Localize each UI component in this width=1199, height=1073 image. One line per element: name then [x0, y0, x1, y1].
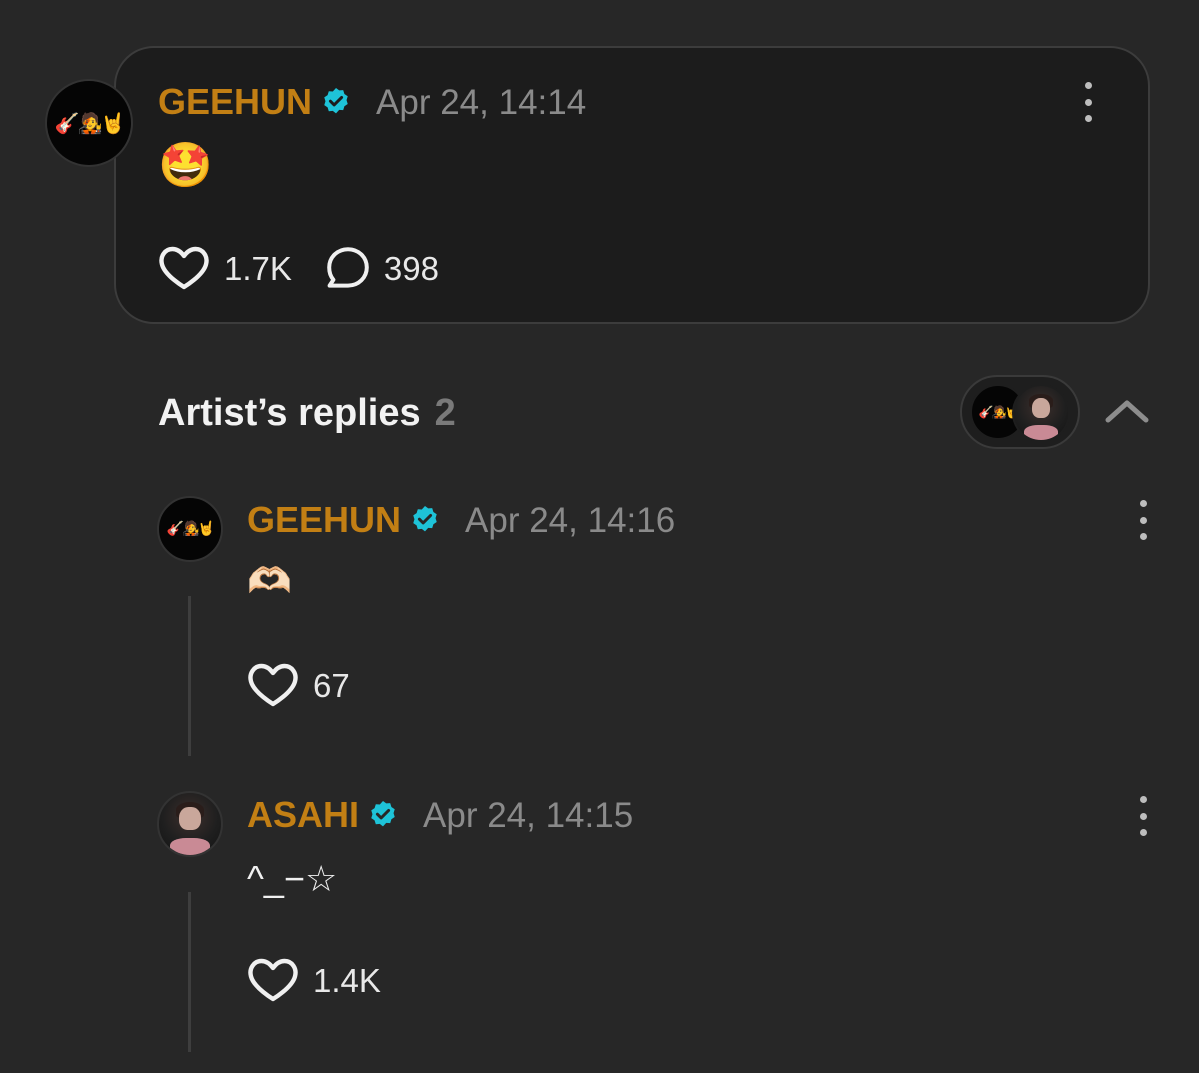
reply-1-author-name[interactable]: GEEHUN — [247, 502, 401, 538]
reply-2-avatar[interactable] — [157, 791, 223, 857]
post-author-avatar[interactable]: 🎸🧑‍🎤🤘 — [45, 79, 133, 167]
reply-2-actions: 1.4K — [247, 955, 381, 1005]
more-options-icon[interactable] — [1076, 82, 1100, 122]
reply-2-timestamp: Apr 24, 14:15 — [423, 795, 634, 835]
heart-icon[interactable] — [247, 956, 299, 1004]
post-like-count: 1.7K — [224, 249, 292, 287]
comment-bubble-icon[interactable] — [324, 244, 372, 292]
reply-1-header: GEEHUN Apr 24, 14:16 — [247, 502, 675, 538]
reply-1-thread-line — [188, 596, 191, 756]
post-content: 🤩 — [158, 141, 213, 190]
verified-badge-icon — [371, 801, 395, 827]
reply-2-thread-line — [188, 892, 191, 1052]
reply-2-author-name[interactable]: ASAHI — [247, 797, 359, 833]
post-author-name[interactable]: GEEHUN — [158, 84, 312, 120]
reply-2-header: ASAHI Apr 24, 14:15 — [247, 797, 633, 833]
replier-avatar-stack[interactable]: 🎸🧑‍🎤🤘 — [960, 375, 1080, 449]
reply-1-actions: 67 — [247, 660, 350, 710]
heart-icon[interactable] — [158, 244, 210, 292]
more-options-icon[interactable] — [1131, 796, 1155, 836]
post-header: GEEHUN Apr 24, 14:14 — [158, 84, 586, 120]
post-actions: 1.7K 398 — [158, 243, 439, 293]
replies-section-header: Artist’s replies 2 — [158, 394, 456, 432]
reply-1-avatar[interactable]: 🎸🧑‍🎤🤘 — [157, 496, 223, 562]
reply-2-content: ^_−☆ — [247, 858, 338, 899]
heart-icon[interactable] — [247, 661, 299, 709]
verified-badge-icon — [413, 506, 437, 532]
post-timestamp: Apr 24, 14:14 — [376, 82, 587, 122]
post-comment-count: 398 — [383, 249, 439, 287]
reply-1-timestamp: Apr 24, 14:16 — [465, 500, 676, 540]
verified-badge-icon — [324, 88, 348, 114]
reply-2-like-count: 1.4K — [313, 961, 381, 999]
reply-1-content: 🫶🏻 — [247, 560, 292, 601]
chevron-up-icon[interactable] — [1104, 398, 1150, 424]
reply-1-like-count: 67 — [313, 666, 350, 704]
more-options-icon[interactable] — [1131, 500, 1155, 540]
avatar-emoji: 🎸🧑‍🎤🤘 — [54, 111, 126, 135]
replies-section-count: 2 — [434, 392, 456, 434]
stack-avatar-asahi — [1012, 384, 1070, 442]
replies-section-title: Artist’s replies — [158, 392, 421, 434]
